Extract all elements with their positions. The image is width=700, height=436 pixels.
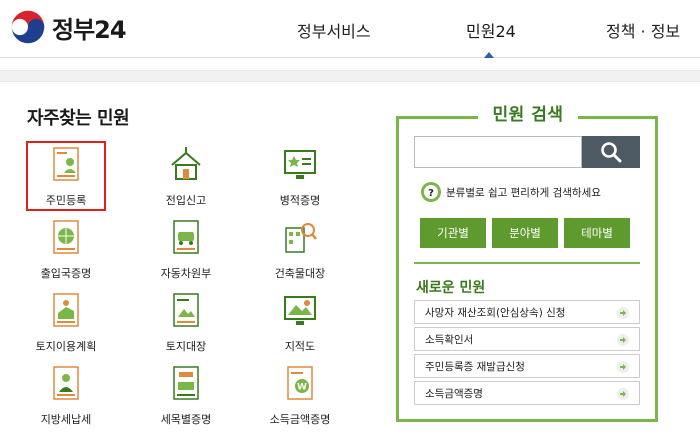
taegeuk-logo-icon bbox=[11, 10, 45, 44]
search-button[interactable] bbox=[582, 136, 640, 168]
arrow-right-icon bbox=[617, 388, 629, 400]
local-tax-icon bbox=[53, 366, 79, 400]
frequent-service-item[interactable]: 토지대장 bbox=[131, 291, 241, 354]
new-service-label: 주민등록증 재발급신청 bbox=[425, 360, 525, 373]
selected-item-highlight bbox=[26, 141, 106, 211]
tab-by-field[interactable]: 분야별 bbox=[492, 218, 558, 248]
arrow-right-icon bbox=[617, 334, 629, 346]
frequent-service-item[interactable]: 출입국증명 bbox=[11, 218, 121, 281]
frequent-service-label: 소득금액증명 bbox=[269, 413, 331, 426]
frequent-service-item[interactable]: W 소득금액증명 bbox=[245, 364, 355, 427]
frequent-service-label: 전입신고 bbox=[165, 194, 207, 207]
house-move-icon bbox=[171, 147, 201, 180]
search-icon bbox=[601, 142, 622, 163]
logo-text: 정부24 bbox=[52, 15, 127, 44]
new-service-item[interactable]: 소득확인서 bbox=[414, 327, 640, 351]
panel-divider bbox=[414, 262, 640, 264]
frequent-service-label: 출입국증명 bbox=[40, 267, 92, 280]
site-logo[interactable]: 정부24 bbox=[10, 9, 127, 45]
income-certificate-icon: W bbox=[287, 366, 313, 400]
military-record-icon bbox=[284, 150, 316, 179]
new-service-item[interactable]: 주민등록증 재발급신청 bbox=[414, 354, 640, 378]
new-services-title: 새로운 민원 bbox=[416, 280, 486, 296]
frequent-service-label: 지적도 bbox=[284, 340, 316, 353]
frequent-service-label: 건축물대장 bbox=[274, 267, 326, 280]
tab-by-theme[interactable]: 테마별 bbox=[564, 218, 630, 248]
arrow-right-icon bbox=[617, 361, 629, 373]
frequent-service-label: 지방세납세 bbox=[40, 413, 92, 426]
svg-text:?: ? bbox=[428, 188, 434, 199]
frequent-service-label: 세목별증명 bbox=[160, 413, 212, 426]
search-hint: ? 분류별로 쉽고 편리하게 검색하세요 bbox=[420, 181, 601, 203]
nav-policy-info[interactable]: 정책 · 정보 bbox=[606, 18, 680, 42]
cadastral-map-icon bbox=[284, 296, 316, 325]
arrow-right-icon bbox=[617, 307, 629, 319]
building-search-icon bbox=[285, 223, 317, 253]
frequent-service-item[interactable]: 전입신고 bbox=[131, 145, 241, 208]
frequent-service-label: 자동차원부 bbox=[160, 267, 212, 280]
new-service-item[interactable]: 소득금액증명 bbox=[414, 381, 640, 405]
nav-minwon24[interactable]: 민원24 bbox=[466, 18, 516, 42]
frequent-service-item[interactable]: 토지이용계획 bbox=[11, 291, 121, 354]
search-input[interactable] bbox=[414, 136, 582, 168]
question-icon: ? bbox=[421, 182, 441, 202]
tax-item-icon bbox=[173, 366, 199, 400]
globe-document-icon bbox=[53, 220, 79, 254]
tab-by-agency[interactable]: 기관별 bbox=[420, 218, 486, 248]
active-nav-indicator bbox=[484, 52, 494, 58]
new-service-label: 소득금액증명 bbox=[425, 387, 483, 400]
frequent-service-item[interactable]: 건축물대장 bbox=[245, 218, 355, 281]
nav-gov-services[interactable]: 정부서비스 bbox=[297, 18, 371, 42]
search-panel-title: 민원 검색 bbox=[478, 100, 578, 125]
frequent-service-item[interactable]: 병적증명 bbox=[245, 145, 355, 208]
frequent-service-item[interactable]: 지적도 bbox=[245, 291, 355, 354]
svg-text:W: W bbox=[297, 383, 307, 393]
search-category-tabs: 기관별 분야별 테마별 bbox=[420, 218, 630, 248]
frequent-service-label: 토지대장 bbox=[165, 340, 207, 353]
frequent-service-item[interactable]: 자동차원부 bbox=[131, 218, 241, 281]
frequent-service-label: 토지이용계획 bbox=[35, 340, 97, 353]
frequent-services-title: 자주찾는 민원 bbox=[27, 108, 130, 129]
new-service-label: 소득확인서 bbox=[425, 333, 474, 346]
new-service-item[interactable]: 사망자 재산조회(안심상속) 신청 bbox=[414, 300, 640, 324]
land-plan-icon bbox=[53, 293, 79, 327]
new-service-label: 사망자 재산조회(안심상속) 신청 bbox=[425, 306, 566, 319]
search-hint-text: 분류별로 쉽고 편리하게 검색하세요 bbox=[446, 186, 601, 199]
frequent-service-label: 병적증명 bbox=[279, 194, 321, 207]
frequent-service-item[interactable]: 지방세납세 bbox=[11, 364, 121, 427]
frequent-service-item[interactable]: 세목별증명 bbox=[131, 364, 241, 427]
top-header: 정부24 정부서비스 민원24 정책 · 정보 bbox=[0, 0, 700, 58]
land-register-icon bbox=[173, 293, 199, 327]
car-document-icon bbox=[173, 220, 199, 254]
header-band bbox=[0, 70, 700, 82]
